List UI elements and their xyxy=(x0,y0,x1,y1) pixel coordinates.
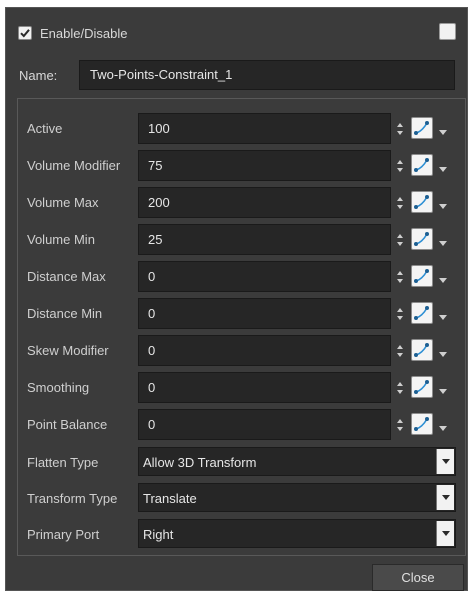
chevron-down-icon[interactable] xyxy=(438,161,448,172)
function-curve-icon xyxy=(414,306,429,320)
function-curve-button[interactable] xyxy=(411,413,433,435)
spinner-arrows-icon[interactable] xyxy=(396,306,404,322)
select-row-primary-port: Primary Port Right xyxy=(18,519,465,551)
layer-properties-dialog: Enable/Disable Name: Two-Points-Constrai… xyxy=(5,7,468,591)
spinner-arrows-icon[interactable] xyxy=(396,121,404,137)
param-value-field[interactable]: 0 xyxy=(138,261,391,292)
chevron-down-icon[interactable] xyxy=(436,449,454,474)
param-row-smoothing: Smoothing 0 xyxy=(18,372,465,404)
param-label: Active xyxy=(27,121,63,136)
param-label: Distance Max xyxy=(27,269,106,284)
function-curve-button[interactable] xyxy=(411,228,433,250)
spinner-arrows-icon[interactable] xyxy=(396,380,404,396)
param-label: Skew Modifier xyxy=(27,343,109,358)
param-row-point-balance: Point Balance 0 xyxy=(18,409,465,441)
param-row-distance-max: Distance Max 0 xyxy=(18,261,465,293)
select-row-transform-type: Transform Type Translate xyxy=(18,483,465,515)
chevron-down-icon[interactable] xyxy=(438,198,448,209)
param-value-field[interactable]: 25 xyxy=(138,224,391,255)
param-label: Volume Min xyxy=(27,232,95,247)
param-label: Smoothing xyxy=(27,380,90,395)
function-curve-button[interactable] xyxy=(411,376,433,398)
spinner-arrows-icon[interactable] xyxy=(396,195,404,211)
spinner-arrows-icon[interactable] xyxy=(396,232,404,248)
select-value: Allow 3D Transform xyxy=(143,455,257,470)
function-curve-button[interactable] xyxy=(411,302,433,324)
function-curve-button[interactable] xyxy=(411,191,433,213)
param-label: Distance Min xyxy=(27,306,103,321)
select-row-flatten-type: Flatten Type Allow 3D Transform xyxy=(18,447,465,479)
param-row-active: Active 100 xyxy=(18,113,465,145)
param-row-volume-min: Volume Min 25 xyxy=(18,224,465,256)
checkmark-icon xyxy=(20,29,30,38)
spinner-arrows-icon[interactable] xyxy=(396,417,404,433)
chevron-down-icon[interactable] xyxy=(438,383,448,394)
function-curve-icon xyxy=(414,121,429,135)
param-row-skew-modifier: Skew Modifier 0 xyxy=(18,335,465,367)
function-curve-button[interactable] xyxy=(411,339,433,361)
function-curve-button[interactable] xyxy=(411,265,433,287)
param-value-field[interactable]: 75 xyxy=(138,150,391,181)
color-swatch-button[interactable] xyxy=(439,23,456,40)
param-value-field[interactable]: 200 xyxy=(138,187,391,218)
param-row-volume-max: Volume Max 200 xyxy=(18,187,465,219)
close-button[interactable]: Close xyxy=(372,564,464,591)
param-label: Volume Max xyxy=(27,195,99,210)
select-label: Primary Port xyxy=(27,527,100,542)
function-curve-icon xyxy=(414,195,429,209)
name-label: Name: xyxy=(19,68,58,83)
select-label: Flatten Type xyxy=(27,455,99,470)
chevron-down-icon[interactable] xyxy=(438,235,448,246)
function-curve-icon xyxy=(414,232,429,246)
function-curve-icon xyxy=(414,269,429,283)
function-curve-icon xyxy=(414,158,429,172)
function-curve-icon xyxy=(414,343,429,357)
chevron-down-icon[interactable] xyxy=(438,124,448,135)
function-curve-button[interactable] xyxy=(411,117,433,139)
chevron-down-icon[interactable] xyxy=(438,272,448,283)
enable-checkbox[interactable] xyxy=(18,26,32,40)
enable-label: Enable/Disable xyxy=(40,25,128,41)
transform-type-select[interactable]: Translate xyxy=(138,483,456,512)
select-label: Transform Type xyxy=(27,491,118,506)
param-label: Volume Modifier xyxy=(27,158,121,173)
function-curve-icon xyxy=(414,417,429,431)
primary-port-select[interactable]: Right xyxy=(138,519,456,548)
chevron-down-icon[interactable] xyxy=(436,485,454,510)
name-field[interactable]: Two-Points-Constraint_1 xyxy=(79,60,455,90)
chevron-down-icon[interactable] xyxy=(436,521,454,546)
param-value-field[interactable]: 0 xyxy=(138,372,391,403)
select-value: Translate xyxy=(143,491,197,506)
chevron-down-icon[interactable] xyxy=(438,346,448,357)
param-value-field[interactable]: 0 xyxy=(138,409,391,440)
enable-toggle[interactable]: Enable/Disable xyxy=(18,22,127,44)
chevron-down-icon[interactable] xyxy=(438,309,448,320)
chevron-down-icon[interactable] xyxy=(438,420,448,431)
param-label: Point Balance xyxy=(27,417,108,432)
param-row-volume-modifier: Volume Modifier 75 xyxy=(18,150,465,182)
select-value: Right xyxy=(143,527,174,542)
param-value-field[interactable]: 0 xyxy=(138,298,391,329)
spinner-arrows-icon[interactable] xyxy=(396,158,404,174)
spinner-arrows-icon[interactable] xyxy=(396,343,404,359)
param-value-field[interactable]: 100 xyxy=(138,113,391,144)
spinner-arrows-icon[interactable] xyxy=(396,269,404,285)
param-value-field[interactable]: 0 xyxy=(138,335,391,366)
function-curve-button[interactable] xyxy=(411,154,433,176)
parameters-group: Active 100 Volume Modifier 75 Volume Max… xyxy=(17,98,466,556)
function-curve-icon xyxy=(414,380,429,394)
param-row-distance-min: Distance Min 0 xyxy=(18,298,465,330)
flatten-type-select[interactable]: Allow 3D Transform xyxy=(138,447,456,476)
